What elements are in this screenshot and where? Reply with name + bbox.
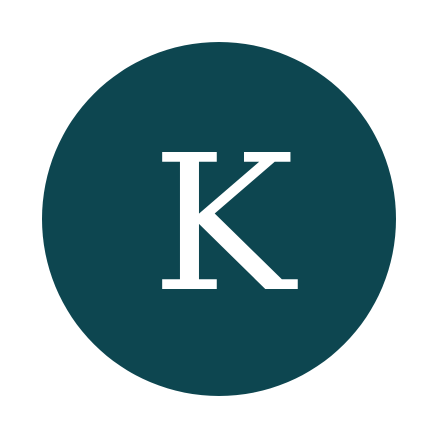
page-canvas: K [0,0,434,434]
logo-circle: K [42,42,396,396]
logo-letter: K [151,115,295,334]
